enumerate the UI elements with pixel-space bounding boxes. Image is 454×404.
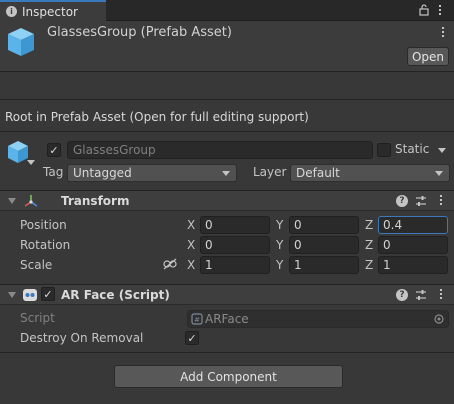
arface-enabled-toggle[interactable]: ✓ [41,287,55,301]
axis-z-label[interactable]: Z [365,258,373,272]
static-label: Static [395,142,430,156]
script-field[interactable]: # ARFace [187,310,449,328]
static-toggle[interactable] [377,143,391,157]
rotation-y-field[interactable]: 0 [289,236,359,254]
script-value: ARFace [205,312,249,326]
axis-y-label[interactable]: Y [276,218,283,232]
axis-x-label[interactable]: X [187,218,195,232]
csharp-script-icon: # [191,313,203,325]
axis-y-label[interactable]: Y [276,238,283,252]
position-y-field[interactable]: 0 [289,216,359,234]
tag-label: Tag [43,165,64,179]
svg-text:#: # [194,316,200,324]
scale-label: Scale [20,258,53,272]
position-z-field[interactable]: 0.4 [378,216,448,234]
layer-value: Default [296,166,340,180]
destroy-on-removal-toggle[interactable]: ✓ [185,331,199,345]
layer-dropdown[interactable]: Default [290,164,450,182]
component-menu-icon[interactable] [439,195,443,205]
arface-header[interactable]: ✓ AR Face (Script) ? [0,284,454,305]
tab-menu-icon[interactable] [438,5,442,15]
chevron-down-icon [435,171,443,176]
presets-icon[interactable] [415,195,427,207]
add-component-button[interactable]: Add Component [114,365,343,388]
tag-value: Untagged [73,166,132,180]
rotation-z-field[interactable]: 0 [378,236,448,254]
arface-title: AR Face (Script) [61,288,170,302]
root-message: Root in Prefab Asset (Open for full edit… [5,110,309,124]
gameobject-name-field[interactable]: GlassesGroup [67,141,373,159]
static-dropdown-caret[interactable] [438,148,446,153]
destroy-on-removal-label: Destroy On Removal [20,331,144,345]
axis-z-label[interactable]: Z [365,238,373,252]
check-icon: ✓ [49,143,59,157]
rotation-label: Rotation [20,238,71,252]
chevron-down-icon [222,171,230,176]
presets-icon[interactable] [415,289,427,301]
divider [0,352,454,353]
icon-dropdown-caret[interactable] [27,160,35,165]
axis-x-label[interactable]: X [187,238,195,252]
tab-label: Inspector [22,4,78,19]
foldout-arrow-icon[interactable] [8,292,16,298]
header-menu-icon[interactable] [441,27,445,37]
gameobject-cube-icon[interactable] [7,140,29,164]
help-icon[interactable]: ? [396,195,408,207]
script-component-icon [23,289,37,301]
prefab-cube-icon [8,28,34,56]
gameobject-active-toggle[interactable]: ✓ [47,143,61,157]
divider [0,71,454,72]
transform-header[interactable]: Transform ? [0,190,454,211]
divider [0,99,454,100]
foldout-arrow-icon[interactable] [8,198,16,204]
scale-y-field[interactable]: 1 [289,256,359,274]
scale-z-field[interactable]: 1 [378,256,448,274]
check-icon: ✓ [43,287,53,301]
axis-z-label[interactable]: Z [365,218,373,232]
object-picker-icon[interactable] [434,314,444,324]
constrain-proportions-icon[interactable] [163,258,177,270]
info-icon: i [6,6,17,17]
asset-title: GlassesGroup (Prefab Asset) [47,25,232,40]
rotation-x-field[interactable]: 0 [200,236,270,254]
component-menu-icon[interactable] [439,289,443,299]
open-prefab-button[interactable]: Open [407,47,449,66]
divider [0,131,454,132]
position-label: Position [20,218,67,232]
transform-axes-icon [24,195,38,207]
axis-y-label[interactable]: Y [276,258,283,272]
check-icon: ✓ [187,331,197,345]
help-icon[interactable]: ? [396,289,408,301]
scale-x-field[interactable]: 1 [200,256,270,274]
lock-icon[interactable] [418,4,430,16]
tag-dropdown[interactable]: Untagged [67,164,237,182]
tab-inspector[interactable]: i Inspector [0,0,106,21]
tab-strip: i Inspector [0,0,454,21]
position-x-field[interactable]: 0 [200,216,270,234]
layer-label: Layer [253,165,287,179]
transform-title: Transform [61,194,130,208]
axis-x-label[interactable]: X [187,258,195,272]
script-label: Script [20,311,55,325]
